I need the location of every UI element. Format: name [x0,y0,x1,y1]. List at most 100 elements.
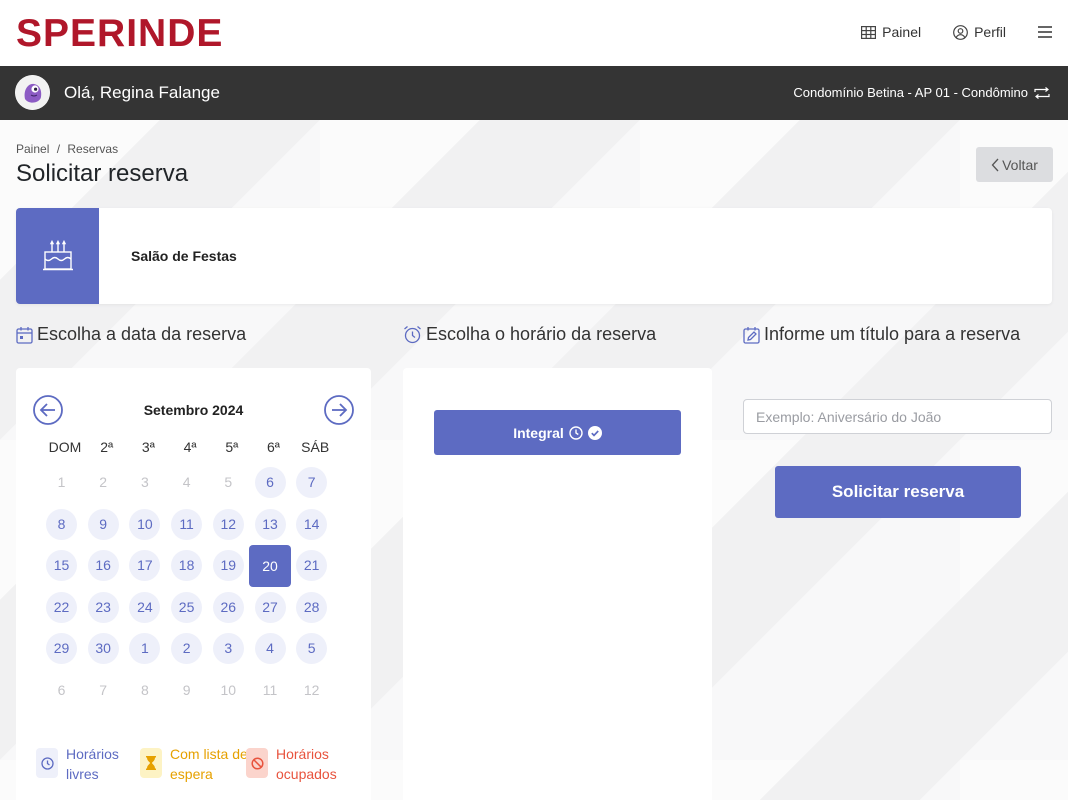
calendar-day[interactable]: 2 [171,633,203,664]
space-card: Salão de Festas [16,208,1052,304]
legend-busy: Horários ocupados [246,744,337,784]
calendar-day[interactable]: 25 [171,591,203,623]
clock-icon [569,425,583,440]
weekday-label: 6ª [267,439,280,455]
next-month-arrow-icon[interactable] [323,394,355,426]
hamburger-menu-icon[interactable] [1038,26,1052,38]
breadcrumb-home[interactable]: Painel [16,142,49,156]
calendar-day[interactable]: 24 [129,591,161,623]
calendar-day[interactable]: 21 [296,550,328,581]
legend-free: Horários livres [36,744,119,784]
condo-switcher[interactable]: Condomínio Betina - AP 01 - Condômino [793,85,1050,100]
calendar-day: 3 [140,474,149,490]
time-slot-label: Integral [513,424,564,441]
weekday-label: 3ª [141,439,155,455]
top-navbar: SPERINDE Painel Perfil [0,0,1068,66]
calendar-day[interactable]: 5 [296,633,328,664]
submit-reservation-button[interactable]: Solicitar reserva [775,466,1021,518]
calendar-day[interactable]: 8 [46,508,77,540]
calendar-month-label: Setembro 2024 [143,402,244,418]
condo-label: Condomínio Betina - AP 01 - Condômino [793,85,1028,100]
breadcrumb-current[interactable]: Reservas [67,142,118,156]
calendar-day[interactable]: 28 [296,591,328,623]
avatar[interactable] [15,75,50,110]
nav-perfil-label: Perfil [974,24,1006,40]
time-slot-button[interactable]: Integral [434,410,681,455]
weekday-label: 2ª [100,439,114,455]
user-greeting: Olá, Regina Falange [64,83,220,102]
calendar-day[interactable]: 6 [254,467,286,498]
calendar-day: 7 [99,681,108,698]
calendar-day[interactable]: 10 [129,508,161,540]
calendar-day[interactable]: 26 [212,591,244,623]
section-title-time: Escolha o horário da reserva [403,324,656,345]
top-nav: Painel Perfil [829,24,1052,40]
legend-busy-line1: Horários [276,746,329,762]
cake-icon [42,240,73,271]
calendar-day-selected[interactable]: 20 [249,544,291,587]
section-title-name-label: Informe um título para a reserva [764,324,1021,344]
calendar-day[interactable]: 29 [46,633,77,664]
nav-perfil-link[interactable]: Perfil [953,24,1006,40]
weekday-label: 5ª [225,439,239,455]
calendar-day[interactable]: 11 [171,508,203,540]
chevron-left-icon [991,158,999,171]
calendar-day[interactable]: 15 [46,550,77,581]
calendar-day: 12 [303,681,320,698]
brand-logo[interactable]: SPERINDE [16,12,223,56]
calendar-day: 2 [99,474,108,490]
calendar-card: Setembro 2024 DOM 2ª 3ª 4ª 5ª 6ª SÁB 123456789… [16,368,371,800]
calendar-day[interactable]: 1 [129,633,161,664]
weekday-label: 4ª [183,439,197,455]
calendar-day[interactable]: 27 [254,591,286,623]
calendar-day[interactable]: 18 [171,550,203,581]
page-title: Solicitar reserva [16,160,189,187]
block-icon [246,748,268,778]
nav-painel-link[interactable]: Painel [861,24,921,40]
calendar-day[interactable]: 13 [254,508,286,540]
calendar-day: 6 [57,681,66,698]
space-name: Salão de Festas [131,248,237,264]
section-title-date: Escolha a data da reserva [16,324,246,345]
legend-busy-line2: ocupados [276,766,337,782]
alarm-clock-icon [404,326,421,344]
section-title-time-label: Escolha o horário da reserva [426,324,657,344]
calendar-day[interactable]: 16 [87,550,119,581]
calendar-day[interactable]: 14 [296,508,328,540]
calendar-day: 9 [182,681,191,698]
breadcrumb-separator: / [56,142,61,156]
calendar-day[interactable]: 4 [254,633,286,664]
calendar-day[interactable]: 9 [87,508,119,540]
legend-waitlist-line1: Com lista de [170,746,248,762]
calendar-day[interactable]: 19 [212,550,244,581]
weekday-label: DOM [48,439,82,455]
calendar-day: 8 [140,681,149,698]
user-bar: Olá, Regina Falange Condomínio Betina - … [0,66,1068,120]
calendar-day: 5 [224,474,233,490]
space-icon-box [16,208,99,304]
calendar-day[interactable]: 7 [296,467,328,498]
calendar-day[interactable]: 22 [46,591,77,623]
legend-waitlist-line2: espera [170,766,213,782]
legend-free-line2: livres [66,766,99,782]
calendar-icon [16,326,33,344]
calendar-day[interactable]: 3 [212,633,244,664]
edit-calendar-icon [743,326,760,344]
calendar-day: 10 [220,681,237,698]
section-title-date-label: Escolha a data da reserva [37,324,247,344]
main-content: Painel / Reservas Solicitar reserva Volt… [0,120,1068,800]
user-circle-icon [953,24,968,40]
reservation-title-input[interactable] [743,399,1052,434]
calendar-weekdays: DOM 2ª 3ª 4ª 5ª 6ª SÁB [44,439,344,457]
breadcrumb: Painel / Reservas [16,142,118,156]
hourglass-icon [140,748,162,778]
check-circle-icon [587,425,602,440]
calendar-day[interactable]: 23 [87,591,119,623]
calendar-day[interactable]: 30 [87,633,119,664]
grid-icon [861,25,877,39]
section-title-name: Informe um título para a reserva [743,324,1020,345]
calendar-day[interactable]: 12 [212,508,244,540]
swap-icon [1034,86,1050,99]
back-button[interactable]: Voltar [976,147,1053,182]
calendar-day[interactable]: 17 [129,550,161,581]
